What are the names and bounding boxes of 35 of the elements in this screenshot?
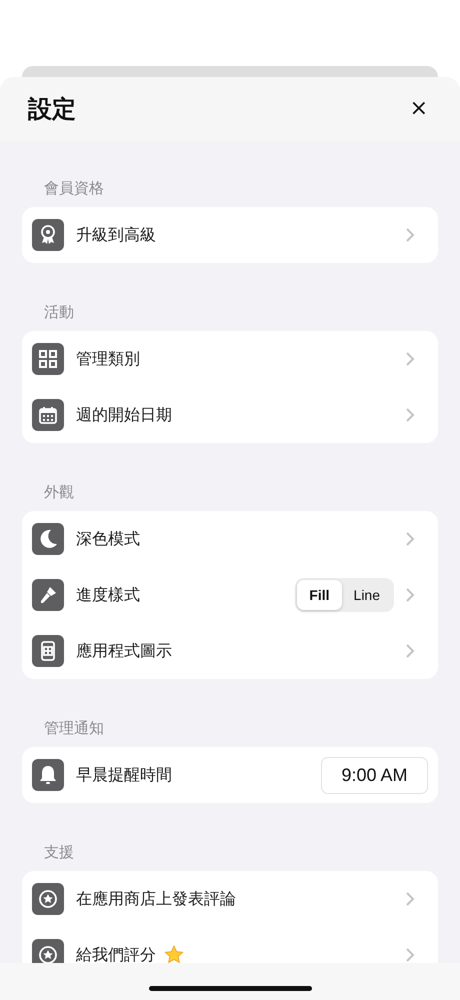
setting-label[interactable]: 應用程式圖示 <box>76 640 172 662</box>
setting-label[interactable]: 給我們評分 <box>76 944 156 963</box>
bell-icon <box>32 759 64 791</box>
chevron-icon <box>404 587 416 603</box>
setting-label[interactable]: 在應用商店上發表評論 <box>76 888 236 910</box>
setting-label[interactable]: 管理類別 <box>76 348 140 370</box>
calendar-icon <box>32 399 64 431</box>
setting-label[interactable]: 深色模式 <box>76 528 140 550</box>
grid-icon <box>32 343 64 375</box>
section-label: 會員資格 <box>43 178 105 198</box>
close-button[interactable]: × <box>406 98 432 120</box>
chevron-icon <box>404 407 416 423</box>
phone-icon <box>32 635 64 667</box>
section-label: 活動 <box>43 302 75 322</box>
chevron-icon <box>404 531 416 547</box>
moon-icon <box>32 523 64 555</box>
setting-label[interactable]: 進度樣式 <box>76 584 140 606</box>
star-badge-icon <box>32 883 64 915</box>
setting-label[interactable]: 週的開始日期 <box>76 404 172 426</box>
setting-label[interactable]: 早晨提醒時間 <box>76 764 172 786</box>
chevron-icon <box>404 351 416 367</box>
section-label: 外觀 <box>43 482 75 502</box>
chevron-icon <box>404 227 416 243</box>
segment-option[interactable]: Line <box>342 580 392 610</box>
brush-icon <box>32 579 64 611</box>
setting-label[interactable]: 升級到高級 <box>76 224 156 246</box>
chevron-icon <box>404 947 416 963</box>
segment-option[interactable]: Fill <box>297 580 342 610</box>
section-label: 管理通知 <box>43 718 105 738</box>
chevron-icon <box>404 891 416 907</box>
award-icon <box>32 219 64 251</box>
sheet-title: 設定 <box>28 94 76 125</box>
time-field[interactable]: 9:00 AM <box>321 756 428 794</box>
chevron-icon <box>404 643 416 659</box>
section-label: 支援 <box>43 842 75 862</box>
